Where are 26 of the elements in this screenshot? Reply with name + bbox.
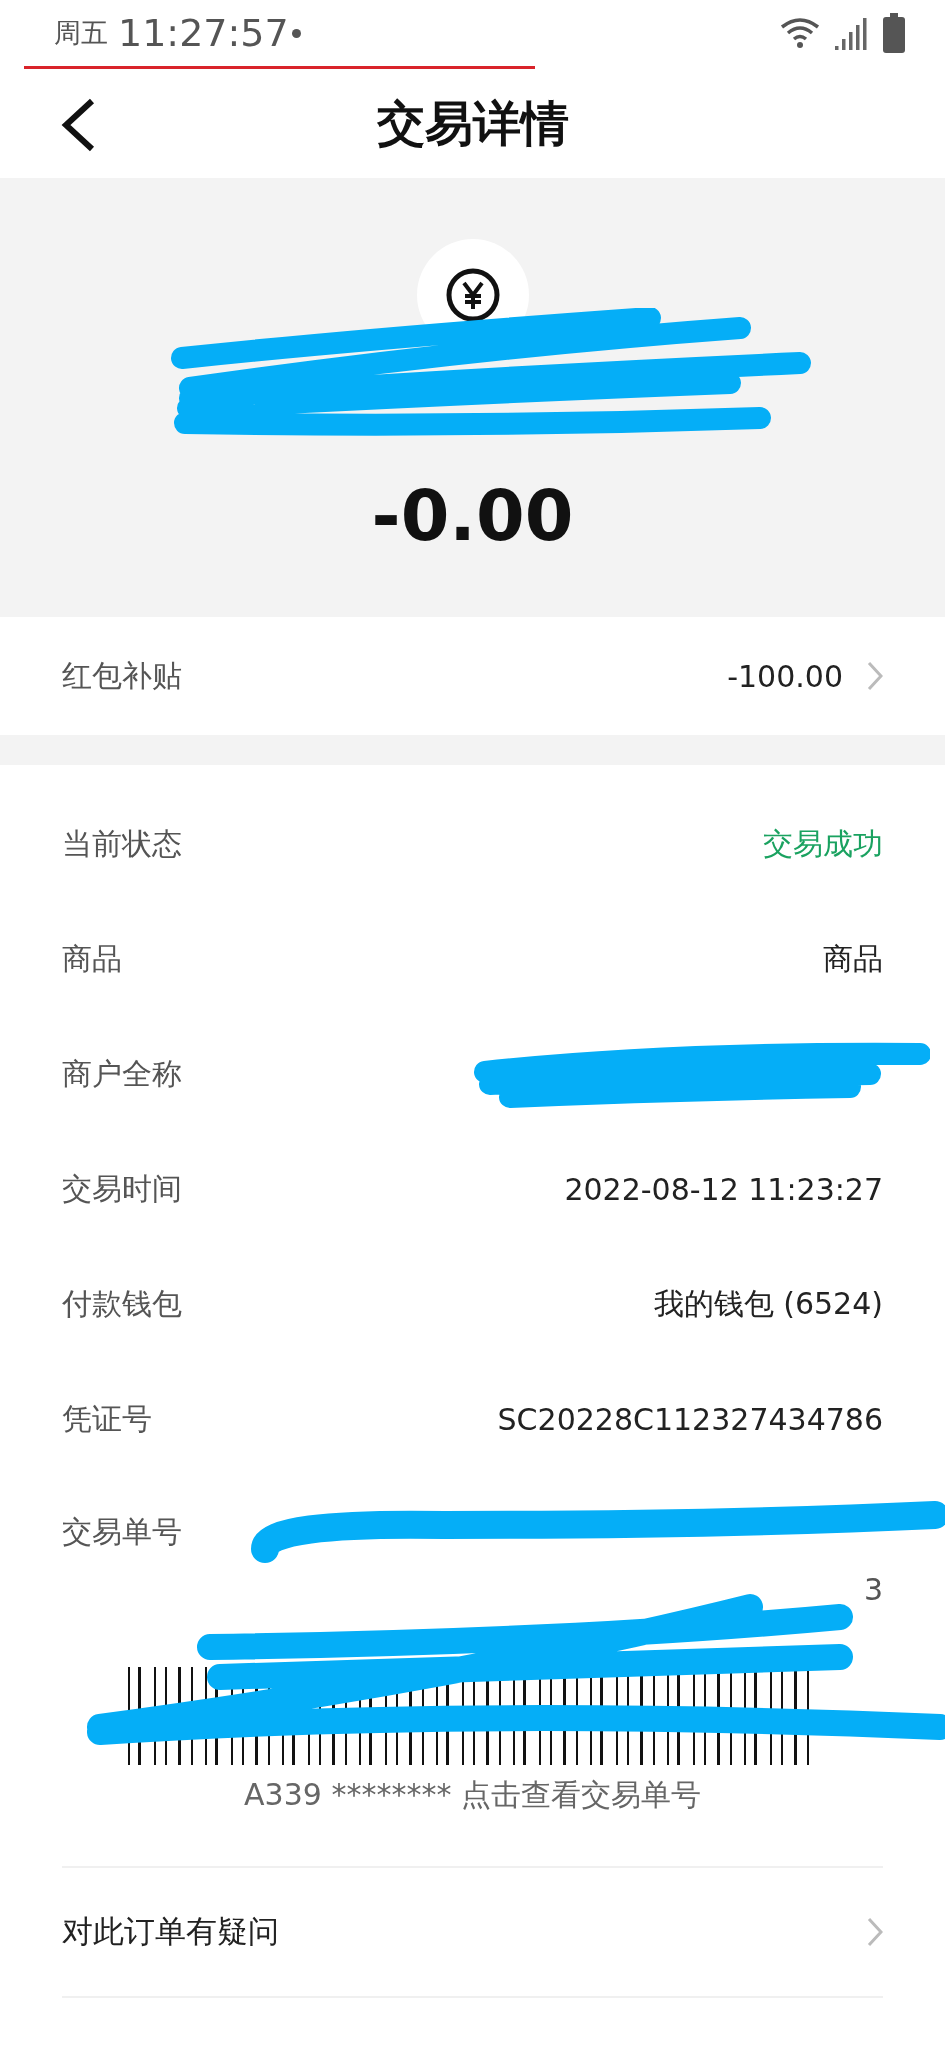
wifi-icon — [779, 17, 821, 49]
detail-label: 商品 — [62, 940, 122, 978]
detail-label: 交易时间 — [62, 1170, 182, 1208]
amount: -0.00 — [371, 475, 574, 557]
chevron-right-icon — [867, 1917, 883, 1947]
detail-label: 当前状态 — [62, 825, 182, 863]
detail-value: 我的钱包 (6524) — [653, 1285, 883, 1323]
notification-dot-icon — [291, 28, 301, 38]
detail-value: 商品 — [823, 940, 883, 978]
detail-label: 交易单号 — [62, 1513, 182, 1551]
detail-label: 商户全称 — [62, 1055, 182, 1093]
status-day: 周五 — [54, 15, 108, 51]
signal-icon — [835, 16, 869, 50]
barcode-caption-link[interactable]: A339 ******** 点击查看交易单号 — [244, 1775, 701, 1816]
detail-value: 2022-08-12 11:23:27 — [564, 1172, 883, 1207]
subsidy-label: 红包补贴 — [62, 656, 182, 695]
detail-label: 付款钱包 — [62, 1285, 182, 1323]
battery-icon — [883, 13, 905, 53]
status-time: 11:27:57 — [118, 11, 289, 55]
subsidy-value: -100.00 — [727, 658, 843, 694]
detail-value: 3 — [863, 1572, 883, 1607]
detail-value: SC20228C112327434786 — [497, 1402, 883, 1437]
page-title: 交易详情 — [376, 93, 569, 153]
chevron-right-icon — [867, 661, 883, 691]
detail-value: 交易成功 — [763, 825, 883, 863]
detail-label: 凭证号 — [62, 1400, 152, 1438]
